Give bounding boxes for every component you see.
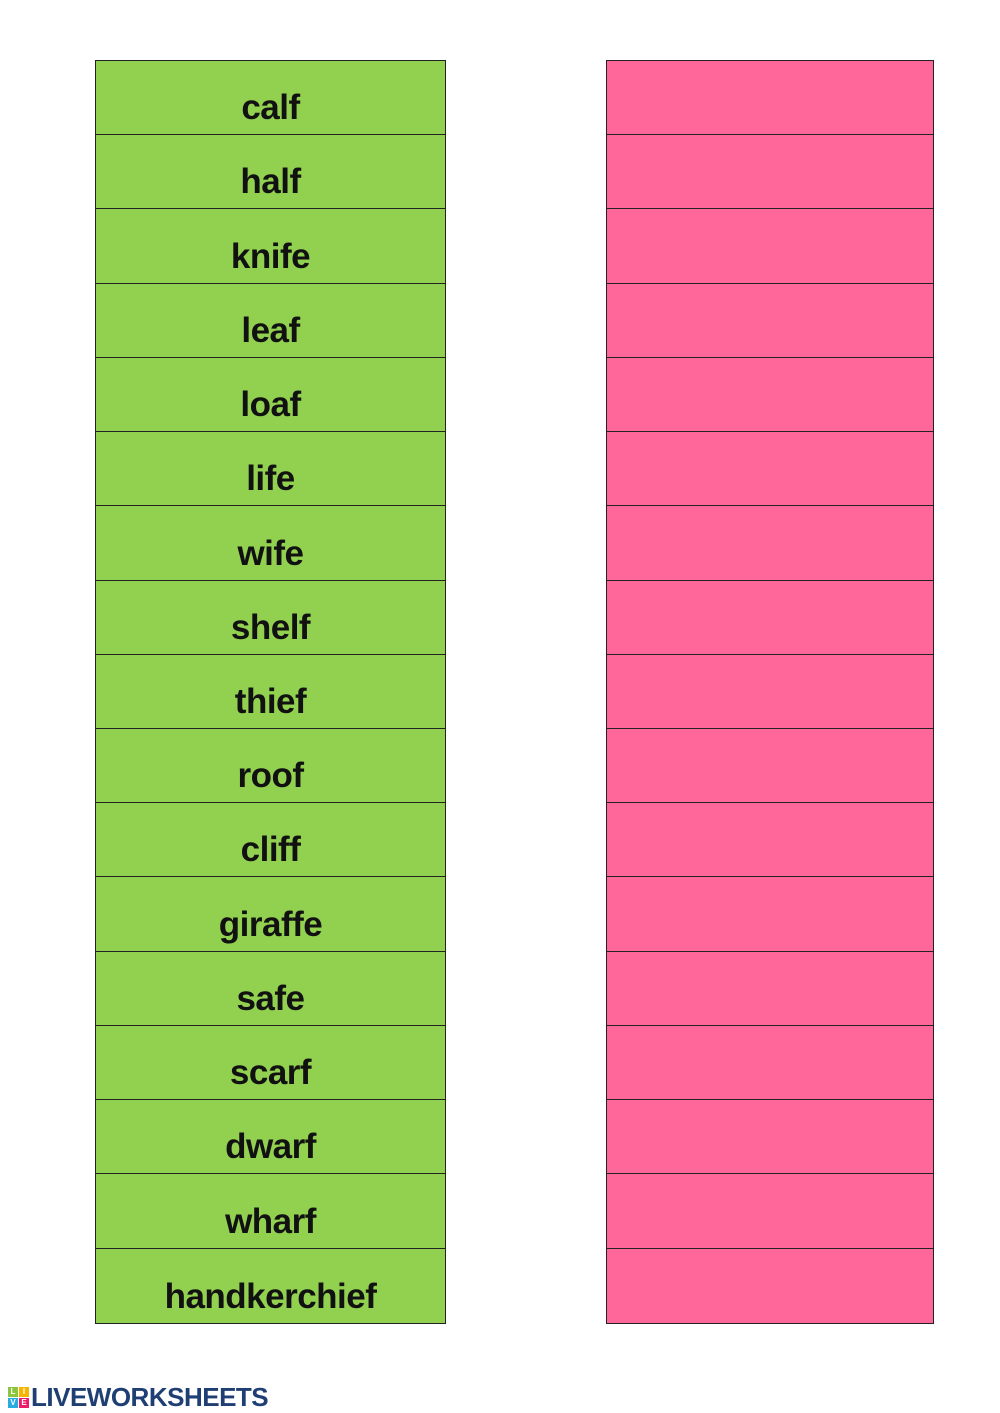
answer-drop-cell[interactable] [607, 877, 933, 952]
word-label: handkerchief [164, 1276, 377, 1316]
word-cell: wife [96, 506, 445, 581]
word-label: life [246, 459, 295, 499]
answer-drop-cell[interactable] [607, 1174, 933, 1249]
answer-drop-cell[interactable] [607, 1100, 933, 1175]
word-label: loaf [240, 385, 301, 425]
answer-drop-cell[interactable] [607, 1248, 933, 1323]
word-label: calf [241, 88, 300, 128]
word-label: cliff [240, 830, 301, 870]
word-column: calf half knife leaf loaf life wife shelf thief r… [95, 60, 446, 1324]
word-label: roof [237, 756, 304, 796]
word-cell: cliff [96, 803, 445, 878]
answer-drop-cell[interactable] [607, 209, 933, 284]
word-cell: knife [96, 209, 445, 284]
word-cell: safe [96, 951, 445, 1026]
word-label: wife [237, 533, 304, 573]
answer-column [606, 60, 934, 1324]
liveworksheets-logo: L I V E LIVEWORKSHEETS [8, 1382, 269, 1413]
answer-drop-cell[interactable] [607, 803, 933, 878]
answer-drop-cell[interactable] [607, 1025, 933, 1101]
word-cell: thief [96, 654, 445, 729]
answer-drop-cell[interactable] [607, 728, 933, 804]
logo-letter: V [8, 1398, 18, 1408]
word-label: dwarf [225, 1127, 316, 1167]
answer-drop-cell[interactable] [607, 654, 933, 729]
word-cell: calf [96, 61, 445, 136]
word-label: giraffe [218, 904, 323, 944]
answer-drop-cell[interactable] [607, 357, 933, 433]
word-label: wharf [225, 1201, 316, 1241]
word-cell: scarf [96, 1025, 445, 1101]
logo-text: LIVEWORKSHEETS [31, 1382, 269, 1412]
word-label: safe [236, 978, 305, 1018]
word-cell: loaf [96, 357, 445, 433]
word-label: knife [230, 236, 311, 276]
logo-letter: E [19, 1398, 29, 1408]
word-label: half [240, 162, 301, 202]
answer-drop-cell[interactable] [607, 432, 933, 507]
word-cell: giraffe [96, 877, 445, 952]
word-cell: leaf [96, 283, 445, 358]
word-label: scarf [229, 1053, 312, 1093]
logo-letter: I [19, 1387, 29, 1397]
word-cell: half [96, 135, 445, 210]
word-cell: shelf [96, 580, 445, 655]
word-cell: life [96, 432, 445, 507]
word-cell: roof [96, 728, 445, 804]
logo-letter: L [8, 1387, 18, 1397]
answer-drop-cell[interactable] [607, 135, 933, 210]
answer-drop-cell[interactable] [607, 580, 933, 655]
word-label: leaf [241, 310, 300, 350]
answer-drop-cell[interactable] [607, 283, 933, 358]
answer-drop-cell[interactable] [607, 951, 933, 1026]
answer-drop-cell[interactable] [607, 506, 933, 581]
word-label: thief [234, 681, 307, 721]
word-cell: handkerchief [96, 1248, 445, 1323]
word-cell: wharf [96, 1174, 445, 1249]
word-label: shelf [230, 607, 311, 647]
logo-mark-icon: L I V E [8, 1387, 29, 1408]
word-cell: dwarf [96, 1100, 445, 1175]
answer-drop-cell[interactable] [607, 61, 933, 136]
